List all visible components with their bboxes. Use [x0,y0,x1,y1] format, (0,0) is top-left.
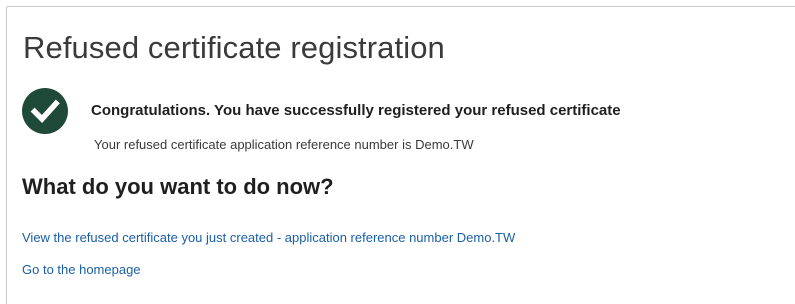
checkmark-circle-icon [22,88,68,134]
view-certificate-link[interactable]: View the refused certificate you just cr… [22,230,515,245]
page-title: Refused certificate registration [23,30,445,65]
homepage-link[interactable]: Go to the homepage [22,262,141,277]
success-message: Congratulations. You have successfully r… [91,102,621,119]
reference-number-text: Your refused certificate application ref… [94,137,474,152]
next-steps-heading: What do you want to do now? [22,174,334,199]
page: Refused certificate registration Congrat… [0,0,795,304]
